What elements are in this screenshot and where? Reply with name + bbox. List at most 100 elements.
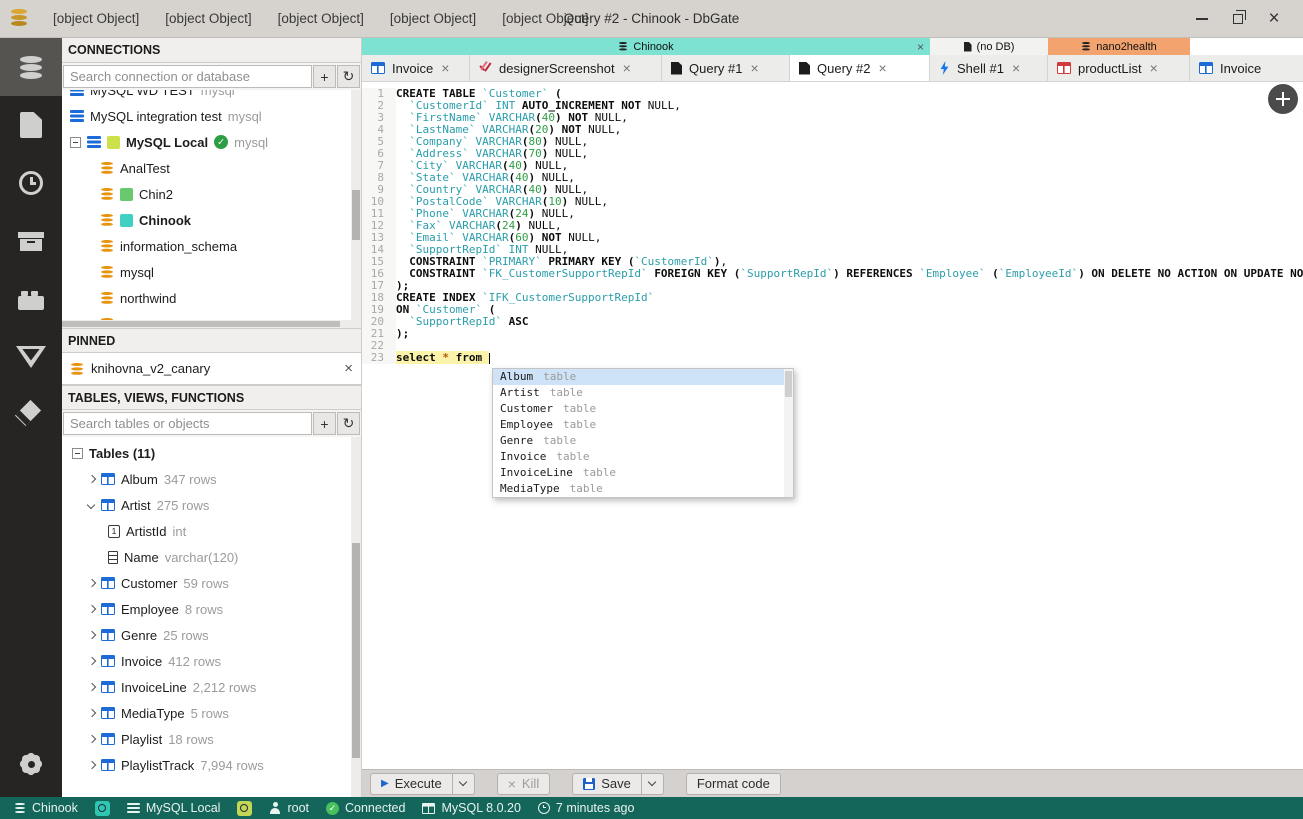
- tree-row[interactable]: Genre 25 rows: [62, 622, 351, 648]
- refresh-connections-button[interactable]: ↻: [337, 65, 360, 88]
- sidebar-item-connections[interactable]: [0, 38, 62, 96]
- chevron-icon[interactable]: [88, 580, 95, 587]
- tab-group-header[interactable]: Chinook ×: [362, 38, 930, 55]
- autocomplete-item[interactable]: Employee table: [493, 417, 784, 433]
- tree-label: Tables (11): [89, 445, 156, 461]
- sidebar-item-filter[interactable]: [0, 328, 62, 386]
- tree-row[interactable]: Name varchar(120): [62, 544, 351, 570]
- connections-hscrollbar[interactable]: [62, 320, 361, 328]
- tables-scrollbar[interactable]: [351, 437, 361, 797]
- tables-search-input[interactable]: [63, 412, 312, 435]
- tree-row[interactable]: PlaylistTrack 7,994 rows: [62, 752, 351, 778]
- add-table-button[interactable]: +: [313, 412, 336, 435]
- chevron-icon[interactable]: [88, 736, 95, 743]
- sidebar-item-history[interactable]: [0, 154, 62, 212]
- autocomplete-item[interactable]: Customer table: [493, 401, 784, 417]
- connection-row[interactable]: MySQL Local mysql: [62, 129, 351, 155]
- sidebar-item-files[interactable]: [0, 96, 62, 154]
- execute-dropdown-button[interactable]: [451, 772, 475, 795]
- tree-row[interactable]: Employee 8 rows: [62, 596, 351, 622]
- chevron-icon[interactable]: [88, 762, 95, 769]
- collapse-expander-icon[interactable]: [72, 447, 83, 459]
- menu-item[interactable]: [object Object]: [492, 7, 598, 30]
- connections-scrollbar[interactable]: [351, 90, 361, 320]
- tab-close-icon[interactable]: [441, 60, 449, 76]
- editor-tab[interactable]: Invoice: [362, 55, 470, 81]
- pinned-item[interactable]: knihovna_v2_canary ×: [62, 353, 361, 385]
- editor-tab[interactable]: Query #1: [662, 55, 790, 81]
- connection-row[interactable]: Chinook: [62, 207, 351, 233]
- autocomplete-item[interactable]: MediaType table: [493, 481, 784, 497]
- new-tab-button[interactable]: [1268, 84, 1298, 114]
- tree-row[interactable]: MediaType 5 rows: [62, 700, 351, 726]
- connection-row[interactable]: information_schema: [62, 233, 351, 259]
- menu-item[interactable]: [object Object]: [380, 7, 486, 30]
- refresh-tables-button[interactable]: ↻: [337, 412, 360, 435]
- group-close-icon[interactable]: ×: [917, 40, 924, 54]
- popup-scrollbar[interactable]: [784, 369, 793, 497]
- sidebar-item-archive[interactable]: [0, 212, 62, 270]
- connection-icon: [100, 266, 114, 279]
- tree-row[interactable]: ArtistId int: [62, 518, 351, 544]
- autocomplete-item[interactable]: InvoiceLine table: [493, 465, 784, 481]
- connection-row[interactable]: Chin2: [62, 181, 351, 207]
- editor-tab[interactable]: Shell #1: [930, 55, 1048, 81]
- tab-close-icon[interactable]: [750, 60, 758, 76]
- autocomplete-item[interactable]: Invoice table: [493, 449, 784, 465]
- chevron-icon[interactable]: [88, 606, 95, 613]
- sidebar-item-layers[interactable]: [0, 386, 62, 444]
- tab-close-icon[interactable]: [1150, 60, 1158, 76]
- tab-group-header[interactable]: (no DB): [930, 38, 1048, 55]
- tree-row[interactable]: InvoiceLine 2,212 rows: [62, 674, 351, 700]
- execute-button[interactable]: ▶ Execute: [370, 772, 452, 795]
- connection-row[interactable]: mysql: [62, 259, 351, 285]
- format-code-label: Format code: [696, 776, 770, 791]
- add-connection-button[interactable]: +: [313, 65, 336, 88]
- save-dropdown-button[interactable]: [640, 772, 664, 795]
- editor-tab[interactable]: Invoice: [1190, 55, 1303, 81]
- chevron-icon[interactable]: [88, 684, 95, 691]
- tree-row[interactable]: Customer 59 rows: [62, 570, 351, 596]
- kill-button[interactable]: × Kill: [496, 772, 551, 795]
- sidebar-item-plugins[interactable]: [0, 270, 62, 328]
- restore-button[interactable]: [1227, 8, 1249, 30]
- connection-row[interactable]: MySQL WD TEST mysql: [62, 90, 351, 103]
- save-button[interactable]: Save: [572, 772, 641, 795]
- tree-row[interactable]: Artist 275 rows: [62, 492, 351, 518]
- unpin-close-icon[interactable]: ×: [344, 360, 353, 377]
- connection-row[interactable]: AnalTest: [62, 155, 351, 181]
- connected-check-icon: [214, 135, 229, 149]
- connection-row[interactable]: [62, 311, 351, 320]
- tree-row[interactable]: Album 347 rows: [62, 466, 351, 492]
- sql-editor[interactable]: 1 CREATE TABLE `Customer` ( 2 `CustomerI…: [362, 82, 1303, 769]
- editor-tab[interactable]: designerScreenshot: [470, 55, 662, 81]
- menu-item[interactable]: [object Object]: [43, 7, 149, 30]
- chevron-icon[interactable]: [88, 476, 95, 483]
- tree-row[interactable]: Tables (11): [62, 440, 351, 466]
- menu-item[interactable]: [object Object]: [268, 7, 374, 30]
- chevron-icon[interactable]: [88, 658, 95, 665]
- tab-close-icon[interactable]: [623, 60, 631, 76]
- chevron-icon[interactable]: [88, 710, 95, 717]
- tree-row[interactable]: Invoice 412 rows: [62, 648, 351, 674]
- sidebar-item-settings[interactable]: [0, 735, 62, 793]
- autocomplete-item[interactable]: Album table: [493, 369, 784, 385]
- autocomplete-item[interactable]: Genre table: [493, 433, 784, 449]
- autocomplete-item[interactable]: Artist table: [493, 385, 784, 401]
- format-code-button[interactable]: Format code: [685, 772, 781, 795]
- tree-row[interactable]: Playlist 18 rows: [62, 726, 351, 752]
- connection-row[interactable]: MySQL integration test mysql: [62, 103, 351, 129]
- editor-tab[interactable]: Query #2: [790, 55, 930, 81]
- tab-close-icon[interactable]: [1012, 60, 1020, 76]
- tab-group-header[interactable]: nano2health: [1048, 38, 1190, 55]
- chevron-icon[interactable]: [88, 632, 95, 639]
- close-button[interactable]: ×: [1263, 8, 1285, 30]
- menu-item[interactable]: [object Object]: [155, 7, 261, 30]
- minimize-button[interactable]: [1191, 8, 1213, 30]
- connections-search-input[interactable]: [63, 65, 312, 88]
- collapse-expander-icon[interactable]: [70, 136, 81, 148]
- editor-tab[interactable]: productList: [1048, 55, 1190, 81]
- tab-close-icon[interactable]: [878, 60, 886, 76]
- connection-row[interactable]: northwind: [62, 285, 351, 311]
- chevron-icon[interactable]: [88, 502, 95, 509]
